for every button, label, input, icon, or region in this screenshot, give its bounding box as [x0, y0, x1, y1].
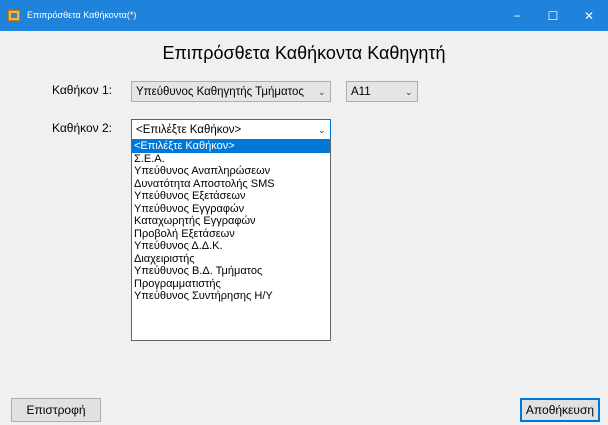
dropdown-option[interactable]: Υπεύθυνος Δ.Δ.Κ.	[132, 240, 330, 253]
window-title: Επιπρόσθετα Καθήκοντα(*)	[27, 10, 137, 20]
dropdown-option[interactable]: Σ.Ε.Α.	[132, 153, 330, 166]
chevron-down-icon[interactable]: ⌄	[318, 123, 326, 137]
chevron-down-icon[interactable]: ⌄	[405, 85, 413, 99]
back-button[interactable]: Επιστροφή	[11, 398, 101, 422]
dropdown-option[interactable]: Υπεύθυνος Εγγραφών	[132, 203, 330, 216]
dropdown-option[interactable]: Υπεύθυνος Εξετάσεων	[132, 190, 330, 203]
duty2-value: <Επιλέξτε Καθήκον>	[136, 124, 242, 136]
title-bar[interactable]: Επιπρόσθετα Καθήκοντα(*) − ☐ ✕	[0, 0, 608, 31]
dropdown-option[interactable]: Διαχειριστής	[132, 253, 330, 266]
form-client-area: Επιπρόσθετα Καθήκοντα Καθηγητή Καθήκον 1…	[0, 31, 608, 425]
dropdown-option[interactable]: Υπεύθυνος Β.Δ. Τμήματος	[132, 265, 330, 278]
dropdown-option[interactable]: Δυνατότητα Αποστολής SMS	[132, 178, 330, 191]
close-button[interactable]: ✕	[571, 0, 607, 31]
duty2-combobox[interactable]: <Επιλέξτε Καθήκον> ⌄	[131, 119, 331, 140]
minimize-button[interactable]: −	[499, 0, 535, 31]
duty1-room-value: Α11	[351, 86, 371, 98]
duty1-combobox[interactable]: Υπεύθυνος Καθηγητής Τμήματος ⌄	[131, 81, 331, 102]
dropdown-option[interactable]: <Επιλέξτε Καθήκον>	[132, 140, 330, 153]
form-heading: Επιπρόσθετα Καθήκοντα Καθηγητή	[162, 43, 446, 63]
app-window-icon	[8, 10, 20, 21]
duty1-label: Καθήκον 1:	[52, 83, 113, 97]
dropdown-option[interactable]: Καταχωρητής Εγγραφών	[132, 215, 330, 228]
chevron-down-icon[interactable]: ⌄	[318, 85, 326, 99]
dropdown-option[interactable]: Υπεύθυνος Αναπληρώσεων	[132, 165, 330, 178]
dropdown-option[interactable]: Προγραμματιστής	[132, 278, 330, 291]
save-button[interactable]: Αποθήκευση	[520, 398, 600, 422]
duty1-room-combobox[interactable]: Α11 ⌄	[346, 81, 418, 102]
duty2-label: Καθήκον 2:	[52, 121, 113, 135]
duty1-value: Υπεύθυνος Καθηγητής Τμήματος	[136, 86, 304, 98]
duty2-dropdown-list[interactable]: <Επιλέξτε Καθήκον> Σ.Ε.Α. Υπεύθυνος Αναπλη…	[131, 139, 331, 341]
dropdown-option[interactable]: Προβολή Εξετάσεων	[132, 228, 330, 241]
maximize-button[interactable]: ☐	[535, 0, 571, 31]
dropdown-option[interactable]: Υπεύθυνος Συντήρησης Η/Υ	[132, 290, 330, 303]
